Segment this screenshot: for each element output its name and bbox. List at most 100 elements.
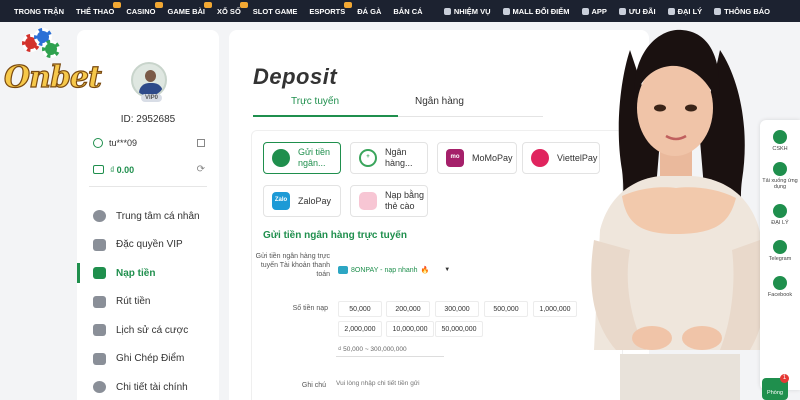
room-button[interactable]: 1 Phòng (762, 374, 789, 400)
download-icon (773, 162, 787, 176)
bank-logo-icon (338, 266, 348, 274)
nav-esports-label: ESPORTS (309, 6, 346, 16)
tab-online[interactable]: Trực tuyến (291, 96, 339, 107)
user-icon (93, 210, 106, 223)
nav-thong-bao-label: THÔNG BÁO (724, 6, 770, 16)
nav-dai-ly[interactable]: ĐẠI LÝ (667, 6, 703, 16)
notification-badge: 1 (780, 374, 789, 383)
bank-select-value: 8ONPAY - nạp nhanh (351, 266, 418, 274)
finance-icon (93, 381, 106, 394)
menu-item-points[interactable]: Ghi Chép Điểm (77, 345, 219, 374)
nav-casino-label: CASINO (126, 6, 156, 16)
telegram-icon (773, 240, 787, 254)
method-label: Gửi tiền ngân... (298, 147, 331, 168)
divider (89, 186, 207, 187)
rail-item-label: Facebook (767, 292, 793, 298)
account-menu: Trung tâm cá nhân Đặc quyền VIP Nạp tiền… (77, 202, 219, 400)
menu-item-label: Chi tiết tài chính (116, 381, 188, 393)
rail-telegram[interactable]: Telegram (760, 240, 800, 262)
gift-icon (618, 7, 626, 15)
user-id: ID: 2952685 (120, 114, 176, 125)
refresh-icon[interactable]: ⟳ (197, 164, 205, 175)
edit-icon[interactable] (197, 139, 205, 147)
promo-model-image (591, 29, 766, 400)
side-rail: CSKH Tải xuống ứng dụng ĐẠI LÝ Telegram … (760, 120, 800, 390)
nav-ban-ca[interactable]: BẮN CÁ (387, 7, 428, 16)
nav-xo-so[interactable]: XỔ SỐ (211, 1, 248, 16)
wallet-icon (93, 165, 104, 174)
room-label: Phòng (767, 390, 783, 396)
menu-item-label: Ghi Chép Điểm (116, 353, 185, 365)
method-scratch-card[interactable]: Nạp bằng thẻ cào (350, 185, 428, 217)
bank-transfer-icon (272, 149, 290, 167)
method-label: ZaloPay (298, 195, 332, 206)
menu-item-bet-history[interactable]: Lịch sử cá cược (77, 316, 219, 345)
rail-agent[interactable]: ĐẠI LÝ (760, 204, 800, 226)
bank-select[interactable]: 8ONPAY - nạp nhanh 🔥 ▼ (338, 266, 450, 274)
method-label: MoMoPay (472, 152, 513, 163)
method-bank[interactable]: + Ngân hàng... (350, 142, 428, 174)
currency-symbol: ₫ (110, 164, 115, 175)
page-title: Deposit (253, 64, 338, 89)
nav-mall[interactable]: MALL ĐỔI ĐIỂM (502, 7, 570, 16)
chevron-down-icon: ▼ (444, 267, 451, 273)
mall-icon (502, 7, 510, 15)
crown-icon (93, 238, 106, 251)
avatar[interactable] (131, 62, 167, 98)
nav-game-bai[interactable]: GAME BÀI (162, 1, 213, 16)
nav-thong-bao[interactable]: THÔNG BÁO (714, 7, 770, 16)
nav-the-thao[interactable]: THỂ THAO (70, 1, 122, 16)
plus-circle-icon: + (359, 149, 377, 167)
casino-chips-icon (22, 28, 62, 62)
vip-badge: VIP0 (141, 94, 163, 102)
menu-item-label: Rút tiền (116, 296, 151, 308)
nav-uu-dai-label: ƯU ĐÃI (628, 6, 656, 16)
menu-item-personal-center[interactable]: Trung tâm cá nhân (77, 202, 219, 231)
nav-uu-dai[interactable]: ƯU ĐÃI (618, 6, 656, 16)
rail-item-label: ĐẠI LÝ (771, 220, 789, 226)
menu-item-finance[interactable]: Chi tiết tài chính (77, 373, 219, 400)
method-online-bank[interactable]: Gửi tiền ngân... (263, 142, 341, 174)
onbet-logo[interactable]: Onbet (3, 26, 124, 96)
zalopay-icon: Zalo (272, 192, 290, 210)
amount-option[interactable]: 10,000,000 (386, 321, 434, 337)
rail-facebook[interactable]: Facebook (760, 276, 800, 298)
nav-casino[interactable]: CASINO (120, 1, 163, 16)
user-icon (93, 138, 103, 148)
nav-nhiem-vu[interactable]: NHIỆM VỤ (443, 7, 491, 16)
note-input[interactable] (336, 380, 446, 387)
nav-app[interactable]: APP (581, 7, 607, 16)
amount-label: Số tiền nạp (292, 305, 328, 312)
amount-input-underline[interactable] (336, 356, 444, 357)
amount-option[interactable]: 2,000,000 (338, 321, 382, 337)
nav-slot-game[interactable]: SLOT GAME (247, 7, 304, 16)
nav-right: NHIỆM VỤ MALL ĐỔI ĐIỂM APP ƯU ĐÃI ĐẠI LÝ… (443, 6, 770, 16)
momo-icon: mo (446, 149, 464, 167)
method-momo[interactable]: mo MoMoPay (437, 142, 517, 174)
amount-option[interactable]: 500,000 (484, 301, 528, 317)
note-label: Ghi chú (301, 382, 326, 389)
tab-bank[interactable]: Ngân hàng (415, 96, 464, 107)
menu-item-withdraw[interactable]: Rút tiền (77, 288, 219, 317)
nav-dai-ly-label: ĐẠI LÝ (677, 6, 703, 16)
amount-option[interactable]: 50,000 (338, 301, 382, 317)
balance-value: 0.00 (116, 164, 135, 175)
nav-da-ga[interactable]: ĐÁ GÀ (351, 7, 387, 16)
agent-icon (667, 7, 675, 15)
method-zalopay[interactable]: Zalo ZaloPay (263, 185, 341, 217)
top-nav: TRONG TRẬN THỂ THAO CASINO GAME BÀI XỔ S… (0, 0, 800, 22)
nav-xo-so-label: XỔ SỐ (217, 6, 241, 16)
support-icon (773, 130, 787, 144)
rail-download[interactable]: Tải xuống ứng dụng (760, 162, 800, 190)
history-icon (93, 324, 106, 337)
nav-esports[interactable]: ESPORTS (303, 1, 353, 16)
app-icon (581, 7, 589, 15)
menu-item-deposit[interactable]: Nạp tiền (77, 259, 219, 288)
amount-option[interactable]: 300,000 (435, 301, 479, 317)
nav-trong-tran[interactable]: TRONG TRẬN (8, 7, 70, 16)
amount-option[interactable]: 50,000,000 (435, 321, 483, 337)
amount-option[interactable]: 200,000 (386, 301, 430, 317)
rail-cskh[interactable]: CSKH (760, 130, 800, 152)
deposit-icon (93, 267, 106, 280)
menu-item-vip[interactable]: Đặc quyền VIP (77, 231, 219, 260)
